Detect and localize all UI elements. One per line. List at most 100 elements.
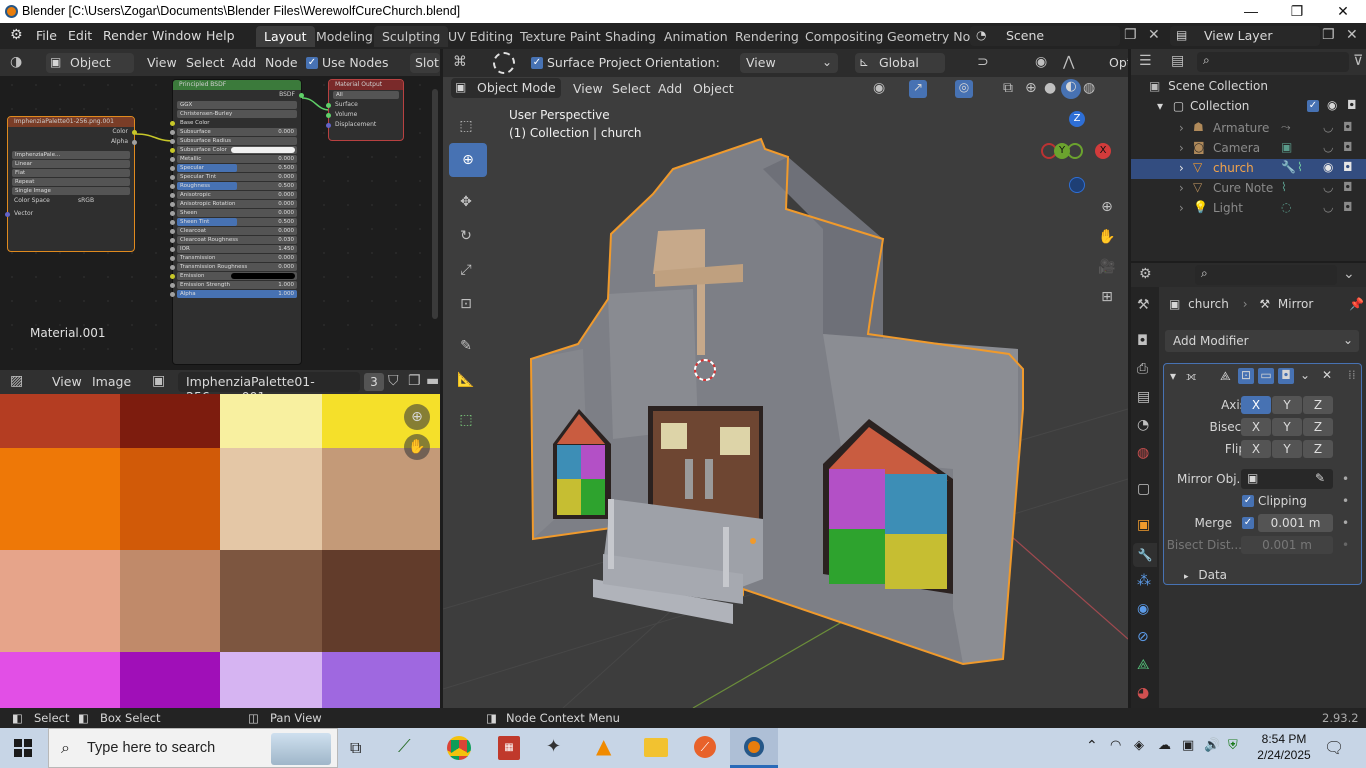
game-app-icon[interactable]: ✦ [546, 736, 561, 757]
keyframe-dot-icon[interactable]: • [1342, 516, 1349, 530]
menu-edit[interactable]: Edit [68, 28, 92, 43]
modifier-tab-icon[interactable]: 🔧 [1133, 543, 1157, 567]
input-socket[interactable] [170, 193, 175, 198]
image-menu-image[interactable]: Image [92, 374, 131, 389]
node-editor-scrollbar[interactable] [432, 89, 438, 319]
outliner-item-light[interactable]: › 💡 Light ◌ ◡ ◘ [1131, 199, 1366, 219]
palette-image-canvas[interactable] [0, 394, 440, 708]
hidden-eye-icon[interactable]: ◡ [1323, 120, 1333, 134]
input-socket[interactable] [170, 265, 175, 270]
scene-selector[interactable]: ◔ Scene [970, 26, 1120, 46]
security-shield-icon[interactable]: ⛨ [1228, 738, 1238, 753]
add-cube-tool-icon[interactable]: ⬚ [453, 407, 479, 433]
input-socket[interactable] [170, 220, 175, 225]
chevron-down-icon[interactable]: ⌄ [1300, 368, 1310, 382]
navigation-gizmo[interactable]: Z Y X [1041, 111, 1113, 193]
bisect-distance-field[interactable]: 0.001 m [1241, 536, 1333, 554]
keyframe-dot-icon[interactable]: • [1342, 472, 1349, 486]
bsdf-input-row[interactable]: Transmission Roughness 0.000 [170, 263, 297, 271]
bsdf-input-row[interactable]: Specular 0.500 [170, 164, 297, 172]
tab-texture-paint[interactable]: Texture Paint [512, 26, 609, 47]
image-datablock-field[interactable]: ImphenziaPale... [12, 151, 130, 159]
tab-compositing[interactable]: Compositing [797, 26, 891, 47]
scale-tool-icon[interactable]: ⤢ [453, 257, 479, 283]
bsdf-input-row[interactable]: Base Color [170, 119, 297, 127]
image-browse-icon[interactable]: ▣ [152, 373, 165, 389]
keyframe-dot-icon[interactable]: • [1342, 538, 1349, 552]
outliner-item-cure-note[interactable]: › ▽ Cure Note ⌇ ◡ ◘ [1131, 179, 1366, 199]
flip-x-toggle[interactable]: X [1241, 440, 1271, 458]
pan-view-icon[interactable]: ✋ [1095, 225, 1119, 249]
mirror-object-field[interactable]: ▣ ✎ [1241, 469, 1333, 489]
menu-file[interactable]: File [36, 28, 57, 43]
color-swatch[interactable] [231, 273, 295, 279]
bsdf-input-row[interactable]: Sheen Tint 0.500 [170, 218, 297, 226]
menu-render[interactable]: Render [103, 28, 148, 43]
outliner-item-camera[interactable]: › ◙ Camera ▣ ◡ ◘ [1131, 139, 1366, 159]
data-subpanel-header[interactable]: ▸ Data [1184, 568, 1227, 582]
render-camera-icon[interactable]: ◘ [1347, 98, 1357, 112]
bsdf-input-row[interactable]: Anisotropic 0.000 [170, 191, 297, 199]
outliner[interactable]: ☰ ▤ ⌕ ⊽ ▣ Scene Collection ▾ ▢ Collectio… [1131, 49, 1366, 261]
collapse-arrow-icon[interactable]: ▾ [1170, 369, 1176, 383]
menu-window[interactable]: Window [152, 28, 201, 43]
open-image-icon[interactable]: ▬ [426, 373, 439, 389]
properties-editor[interactable]: ⚙ ⌕ ⌄ ⚒ ◘ ⎙ ▤ ◔ ◍ ▢ ▣ 🔧 ⁂ ◉ ⊘ ⟁ ◕ ▣ chur… [1131, 263, 1366, 708]
view-layer-selector[interactable]: ▤ View Layer [1170, 26, 1320, 46]
new-image-icon[interactable]: ❐ [408, 373, 421, 389]
flip-y-toggle[interactable]: Y [1272, 440, 1302, 458]
tool-tab-icon[interactable]: ⚒ [1137, 297, 1150, 313]
cage-toggle-icon[interactable]: ⊡ [1238, 368, 1254, 384]
tab-rendering[interactable]: Rendering [727, 26, 807, 47]
remove-view-layer-icon[interactable]: ✕ [1346, 27, 1358, 43]
properties-search-input[interactable]: ⌕ [1195, 265, 1337, 285]
tab-shading[interactable]: Shading [597, 26, 664, 47]
extension-dropdown[interactable]: Repeat [12, 178, 130, 186]
camera-view-icon[interactable]: 🎥 [1095, 255, 1119, 279]
image-editor[interactable]: ▨ View Image ▣ ImphenziaPalette01-256.pn… [0, 370, 440, 708]
render-camera-icon[interactable]: ◘ [1343, 160, 1353, 174]
gizmo-z-axis[interactable]: Z [1069, 111, 1085, 127]
colorspace-row[interactable]: Color Space sRGB [8, 196, 134, 206]
blender-menu-icon[interactable]: ⚙ [10, 27, 23, 43]
vlc-icon[interactable]: ▲ [596, 734, 611, 758]
tab-sculpting[interactable]: Sculpting [374, 26, 449, 47]
image-menu-view[interactable]: View [52, 374, 82, 389]
task-view-icon[interactable]: ⧉ [350, 738, 361, 758]
app-swirl-icon[interactable]: ⟋ [694, 736, 716, 758]
close-button[interactable]: ✕ [1320, 0, 1366, 23]
move-tool-icon[interactable]: ✥ [453, 189, 479, 215]
input-socket[interactable] [170, 238, 175, 243]
minimize-button[interactable]: — [1228, 0, 1274, 23]
onedrive-cloud-icon[interactable]: ☁ [1158, 738, 1171, 753]
bsdf-input-row[interactable]: Sheen 0.000 [170, 209, 297, 217]
scene-tab-icon[interactable]: ◔ [1137, 417, 1149, 433]
zoom-view-icon[interactable]: ⊕ [1095, 195, 1119, 219]
input-socket[interactable] [170, 130, 175, 135]
gizmo-neg-z[interactable] [1069, 177, 1085, 193]
hidden-eye-icon[interactable]: ◡ [1323, 200, 1333, 214]
blender-taskbar-button[interactable] [730, 728, 778, 768]
tab-layout[interactable]: Layout [256, 26, 315, 47]
shader-node-editor[interactable]: ◑ ▣ Object View Select Add Node ✓ Use No… [0, 49, 440, 369]
volume-icon[interactable]: 🔊 [1204, 738, 1220, 753]
bsdf-input-row[interactable]: Roughness 0.500 [170, 182, 297, 190]
axis-x-toggle[interactable]: X [1241, 396, 1271, 414]
rotate-tool-icon[interactable]: ↻ [453, 223, 479, 249]
edit-mode-toggle-icon[interactable]: ⟁ [1220, 369, 1231, 384]
input-socket[interactable] [170, 175, 175, 180]
stocks-app-icon[interactable]: ⟋ [398, 736, 411, 757]
expand-arrow-icon[interactable]: › [1179, 181, 1184, 195]
source-dropdown[interactable]: Single Image [12, 187, 130, 195]
eye-icon[interactable]: ◉ [1323, 160, 1333, 174]
input-socket[interactable] [170, 292, 175, 297]
fake-user-shield-icon[interactable]: ⛉ [388, 373, 399, 389]
render-camera-icon[interactable]: ◘ [1343, 140, 1353, 154]
bsdf-input-row[interactable]: Emission Strength 1.000 [170, 281, 297, 289]
object-tab-icon[interactable]: ▣ [1137, 517, 1150, 533]
merge-checkbox[interactable]: ✓ [1242, 517, 1254, 529]
projection-dropdown[interactable]: Flat [12, 169, 130, 177]
menu-help[interactable]: Help [206, 28, 235, 43]
bsdf-input-row[interactable]: Clearcoat Roughness 0.030 [170, 236, 297, 244]
flip-z-toggle[interactable]: Z [1303, 440, 1333, 458]
